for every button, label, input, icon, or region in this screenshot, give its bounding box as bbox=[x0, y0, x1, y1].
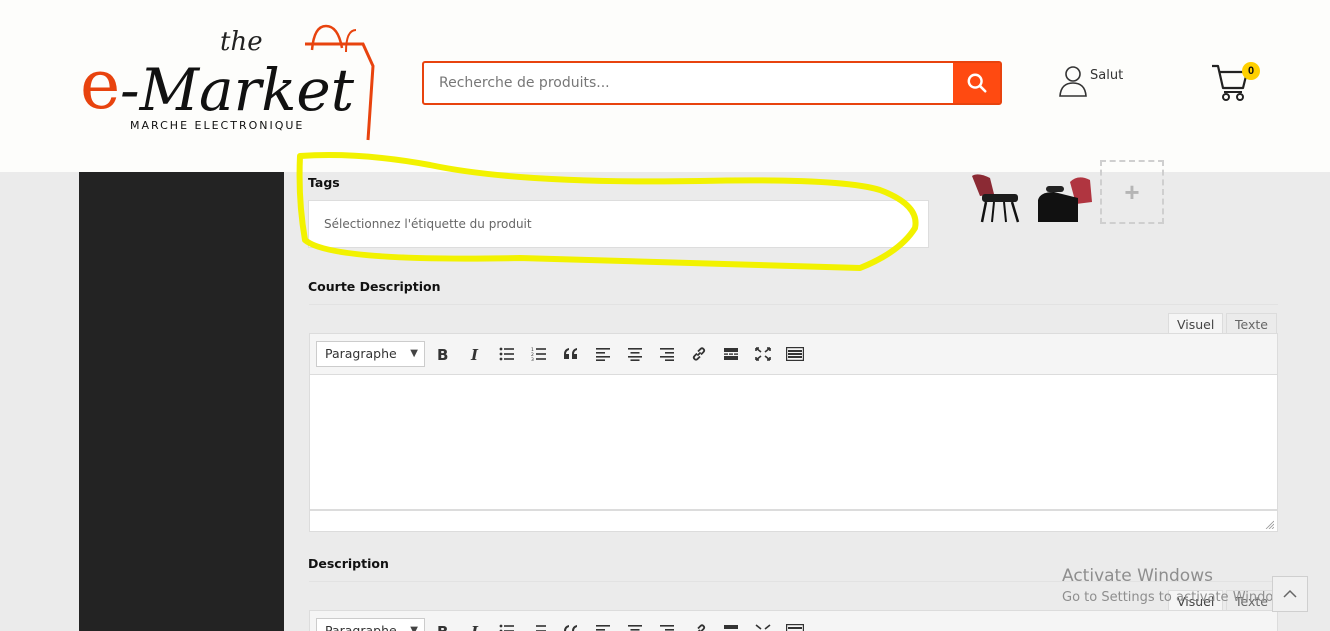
numbered-list-icon bbox=[536, 625, 546, 631]
keyboard-button[interactable] bbox=[784, 343, 806, 365]
logo-tagline: MARCHE ELECTRONIQUE bbox=[130, 119, 304, 132]
align-left-icon bbox=[596, 348, 610, 361]
align-center-button[interactable] bbox=[624, 343, 646, 365]
tab-text[interactable]: Texte bbox=[1226, 313, 1277, 335]
chevron-down-icon: ▼ bbox=[410, 348, 418, 359]
blockquote-button[interactable] bbox=[560, 343, 582, 365]
editor-statusbar bbox=[309, 510, 1278, 532]
svg-text:I: I bbox=[470, 347, 479, 361]
align-left-button[interactable] bbox=[592, 343, 614, 365]
link-button[interactable] bbox=[688, 343, 710, 365]
bold-button[interactable]: B bbox=[432, 343, 454, 365]
read-more-icon bbox=[724, 348, 738, 360]
logo-graphic: the e -Market MARCHE ELECTRONIQUE bbox=[80, 24, 375, 141]
keyboard-button[interactable] bbox=[784, 620, 806, 631]
italic-icon: I bbox=[470, 347, 479, 361]
dashboard-sidebar bbox=[79, 172, 284, 631]
svg-text:I: I bbox=[470, 624, 479, 631]
fullscreen-icon bbox=[755, 624, 771, 630]
italic-icon: I bbox=[470, 624, 479, 631]
tab-visual[interactable]: Visuel bbox=[1168, 313, 1224, 335]
cart-button[interactable]: 0 bbox=[1210, 60, 1262, 106]
chevron-up-icon bbox=[1283, 589, 1297, 598]
keyboard-icon bbox=[786, 347, 804, 361]
windows-activation-watermark: Activate Windows Go to Settings to activ… bbox=[1062, 566, 1295, 605]
logo-the: the bbox=[220, 27, 263, 57]
site-header: the e -Market MARCHE ELECTRONIQUE Salut bbox=[0, 0, 1330, 172]
editor-content-area[interactable] bbox=[309, 375, 1278, 510]
search-input[interactable] bbox=[424, 63, 954, 103]
format-select[interactable]: Paragraphe ▼ bbox=[316, 618, 425, 631]
search-icon bbox=[967, 73, 987, 93]
align-right-button[interactable] bbox=[656, 620, 678, 631]
short-description-editor: Visuel Texte Paragraphe ▼ B I 1 2 3 bbox=[309, 304, 1278, 532]
user-icon bbox=[1059, 66, 1087, 97]
resize-handle-icon[interactable] bbox=[1264, 519, 1274, 529]
watermark-subtitle: Go to Settings to activate Windows. bbox=[1062, 590, 1295, 605]
align-center-button[interactable] bbox=[624, 620, 646, 631]
fullscreen-button[interactable] bbox=[752, 343, 774, 365]
link-icon bbox=[692, 347, 706, 361]
align-left-icon bbox=[596, 625, 610, 631]
editor-toolbar: Paragraphe ▼ B I bbox=[309, 610, 1278, 631]
blockquote-icon bbox=[564, 348, 577, 359]
align-left-button[interactable] bbox=[592, 620, 614, 631]
account-menu[interactable]: Salut bbox=[1058, 64, 1168, 100]
svg-text:3: 3 bbox=[531, 357, 534, 361]
numbered-list-button[interactable] bbox=[528, 620, 550, 631]
short-description-label: Courte Description bbox=[308, 279, 441, 294]
tags-label: Tags bbox=[308, 175, 340, 190]
bullet-list-icon bbox=[499, 347, 514, 361]
chair-image bbox=[972, 174, 1020, 223]
cart-count-badge: 0 bbox=[1242, 62, 1260, 80]
back-to-top-button[interactable] bbox=[1272, 576, 1308, 612]
blockquote-icon bbox=[564, 625, 577, 631]
blockquote-button[interactable] bbox=[560, 620, 582, 631]
numbered-list-button[interactable]: 1 2 3 bbox=[528, 343, 550, 365]
description-label: Description bbox=[308, 556, 389, 571]
align-right-icon bbox=[660, 625, 674, 631]
svg-text:B: B bbox=[437, 624, 448, 631]
fullscreen-button[interactable] bbox=[752, 620, 774, 631]
read-more-icon bbox=[724, 625, 738, 629]
link-icon bbox=[697, 624, 706, 631]
keyboard-icon bbox=[786, 624, 804, 631]
align-center-icon bbox=[628, 348, 642, 361]
read-more-button[interactable] bbox=[720, 343, 742, 365]
search-bar bbox=[422, 61, 1002, 105]
numbered-list-icon: 1 2 3 bbox=[531, 347, 546, 361]
read-more-button[interactable] bbox=[720, 620, 742, 631]
watermark-title: Activate Windows bbox=[1062, 566, 1213, 586]
bold-button[interactable]: B bbox=[432, 620, 454, 631]
link-button[interactable] bbox=[688, 620, 710, 631]
bullet-list-icon bbox=[499, 624, 514, 631]
format-select-value: Paragraphe bbox=[325, 346, 397, 361]
italic-button[interactable]: I bbox=[464, 620, 486, 631]
bold-icon: B bbox=[437, 624, 448, 631]
svg-text:B: B bbox=[437, 347, 448, 361]
bullet-list-button[interactable] bbox=[496, 620, 518, 631]
site-logo[interactable]: the e -Market MARCHE ELECTRONIQUE bbox=[80, 22, 380, 142]
bold-icon: B bbox=[437, 347, 448, 361]
search-button[interactable] bbox=[953, 63, 1000, 103]
product-image-thumbnail[interactable] bbox=[1034, 172, 1096, 224]
format-select-value: Paragraphe bbox=[325, 623, 397, 631]
chevron-down-icon: ▼ bbox=[410, 625, 418, 631]
chair-image bbox=[1038, 177, 1092, 222]
editor-toolbar: Paragraphe ▼ B I 1 2 3 bbox=[309, 333, 1278, 375]
logo-market: -Market bbox=[120, 56, 355, 124]
italic-button[interactable]: I bbox=[464, 343, 486, 365]
account-greeting: Salut bbox=[1090, 68, 1124, 83]
fullscreen-icon bbox=[755, 347, 771, 361]
editor-tabbar: Visuel Texte bbox=[309, 304, 1278, 335]
align-right-button[interactable] bbox=[656, 343, 678, 365]
align-right-icon bbox=[660, 348, 674, 361]
bullet-list-button[interactable] bbox=[496, 343, 518, 365]
format-select[interactable]: Paragraphe ▼ bbox=[316, 341, 425, 367]
logo-e: e bbox=[80, 46, 120, 125]
product-image-thumbnail[interactable] bbox=[964, 172, 1026, 224]
align-center-icon bbox=[628, 625, 642, 631]
add-image-button[interactable]: + bbox=[1100, 160, 1164, 224]
tags-input[interactable] bbox=[308, 200, 929, 248]
